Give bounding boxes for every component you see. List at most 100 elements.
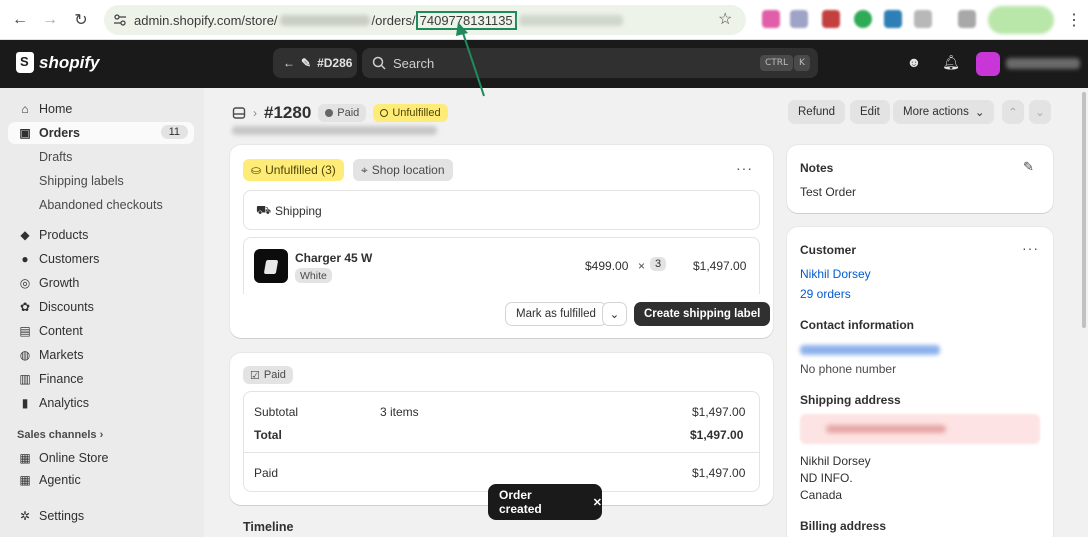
address-bar[interactable]: admin.shopify.com/store/ /orders/ 740977…	[104, 5, 746, 35]
pencil-icon[interactable]: ✎	[1023, 159, 1034, 175]
search-bar[interactable]: Search CTRL K	[362, 48, 818, 78]
product-thumbnail[interactable]	[254, 249, 288, 283]
sidebar-item-label: Drafts	[39, 150, 73, 164]
sidebar-item-label: Settings	[39, 509, 85, 523]
browser-profile-button[interactable]	[988, 6, 1054, 34]
browser-back-button[interactable]: ←	[9, 9, 31, 31]
extension-icon[interactable]	[822, 10, 840, 28]
url-prefix: admin.shopify.com/store/	[134, 12, 278, 28]
redacted-email-link[interactable]	[800, 345, 940, 355]
sidebar-item-settings[interactable]: ✲ Settings	[8, 505, 194, 527]
redacted-url-tail	[518, 14, 623, 26]
sidebar-item-home[interactable]: ⌂ Home	[8, 98, 194, 120]
browser-menu-icon[interactable]: ⋮	[1066, 10, 1082, 30]
sidebar-item-label: Shipping labels	[39, 174, 124, 188]
sidebar-item-drafts[interactable]: Drafts	[8, 146, 194, 168]
person-icon: ●	[21, 252, 29, 266]
orders-icon[interactable]	[232, 106, 246, 120]
line-item-row: Charger 45 W White $499.00 × 3 $1,497.00	[243, 237, 760, 294]
sidebar-item-label: Products	[39, 228, 89, 242]
sidebar-item-finance[interactable]: ▥ Finance	[8, 368, 194, 390]
sidebar-item-agentic[interactable]: ▦ Agentic	[8, 471, 194, 489]
browser-forward-button[interactable]: →	[39, 9, 61, 31]
sidebar-item-online-store[interactable]: ▦ Online Store	[8, 447, 194, 469]
extension-icon[interactable]	[884, 10, 902, 28]
globe-icon: ◍	[19, 348, 31, 362]
customer-menu-icon[interactable]: ···	[1022, 240, 1039, 256]
extension-icon[interactable]	[914, 10, 932, 28]
fulfill-options-button[interactable]: ⌄	[602, 302, 627, 326]
redacted-store-name	[279, 14, 370, 26]
sidebar-item-products[interactable]: ◆ Products	[8, 224, 194, 246]
total-value: $1,497.00	[690, 428, 744, 442]
next-order-button[interactable]: ⌄	[1029, 100, 1051, 124]
gear-icon: ✲	[19, 509, 31, 523]
edit-button[interactable]: Edit	[850, 100, 890, 124]
extension-icon[interactable]	[854, 10, 872, 28]
variant-badge: White	[295, 268, 332, 283]
extension-icon[interactable]	[762, 10, 780, 28]
sidebar-item-abandoned-checkouts[interactable]: Abandoned checkouts	[8, 194, 194, 216]
extension-icon[interactable]	[790, 10, 808, 28]
badge-text: Unfulfilled (3)	[265, 163, 336, 177]
browser-toolbar: ← → ↻ admin.shopify.com/store/ /orders/ …	[0, 0, 1088, 40]
phone-text: No phone number	[800, 362, 897, 376]
product-name-link[interactable]: Charger 45 W	[295, 251, 372, 265]
sidebar-item-label: Agentic	[39, 473, 81, 487]
search-icon	[372, 56, 386, 70]
main-content: › #1280 Paid Unfulfilled Refund Edit Mor…	[204, 88, 1080, 537]
sidebar-item-growth[interactable]: ◎ Growth	[8, 272, 194, 294]
shopify-bag-icon	[16, 52, 34, 73]
refund-button[interactable]: Refund	[788, 100, 846, 124]
bank-icon: ▥	[19, 372, 31, 386]
target-icon: ◎	[19, 276, 31, 290]
back-label: #D286	[317, 56, 353, 70]
previous-order-button[interactable]: ⌃	[1002, 100, 1024, 124]
site-info-icon[interactable]	[113, 13, 127, 27]
sidebar-item-analytics[interactable]: ▮ Analytics	[8, 392, 194, 414]
sidekick-icon[interactable]: ☻	[904, 54, 924, 74]
customer-heading: Customer	[800, 243, 857, 257]
page-scrollbar[interactable]	[1082, 92, 1086, 328]
chevron-right-icon: ›	[253, 106, 257, 120]
chevron-down-icon: ⌄	[609, 309, 620, 321]
close-icon[interactable]: ✕	[593, 496, 602, 509]
customer-name-link[interactable]: Nikhil Dorsey	[800, 267, 871, 281]
sidebar-item-label: Discounts	[39, 300, 94, 314]
mark-as-fulfilled-button[interactable]: Mark as fulfilled	[505, 302, 607, 326]
sidebar-item-discounts[interactable]: ✿ Discounts	[8, 296, 194, 318]
sidebar-item-label: Customers	[39, 252, 100, 266]
sales-channels-heading[interactable]: Sales channels ›	[17, 429, 103, 441]
sidebar-item-content[interactable]: ▤ Content	[8, 320, 194, 342]
notes-text: Test Order	[800, 185, 857, 199]
shopify-logo[interactable]: shopify	[16, 52, 99, 73]
store-icon: ▦	[19, 451, 31, 465]
address-line: Canada	[800, 488, 843, 502]
store-avatar[interactable]	[976, 52, 1000, 76]
subtotal-value: $1,497.00	[692, 405, 746, 419]
back-to-order-button[interactable]: ← ✎ #D286	[273, 48, 357, 78]
sidebar-item-shipping-labels[interactable]: Shipping labels	[8, 170, 194, 192]
downloads-icon[interactable]	[958, 10, 976, 28]
card-menu-icon[interactable]: ···	[736, 160, 753, 176]
redacted-store-name[interactable]	[1006, 58, 1080, 69]
back-arrow-icon: ←	[12, 11, 28, 28]
sidebar-item-customers[interactable]: ● Customers	[8, 248, 194, 270]
total-label: Total	[254, 428, 282, 442]
location-pin-icon: ⌖	[361, 162, 368, 177]
customer-orders-link[interactable]: 29 orders	[800, 287, 851, 301]
button-label: Create shipping label	[644, 308, 761, 320]
sidebar-item-orders[interactable]: ▣ Orders 11	[8, 122, 194, 144]
admin-topbar: shopify ← ✎ #D286 Search CTRL K ☻ 🔔︎	[0, 40, 1088, 88]
badge-text: Paid	[337, 107, 360, 119]
more-actions-button[interactable]: More actions ⌄	[893, 100, 995, 124]
back-arrow-icon: ←	[283, 56, 295, 70]
chevron-down-icon: ⌄	[1035, 107, 1045, 119]
create-shipping-label-button[interactable]: Create shipping label	[634, 302, 771, 326]
badge-text: Shop location	[371, 163, 445, 177]
bookmark-star-icon[interactable]: ☆	[718, 9, 732, 29]
browser-reload-button[interactable]: ↻	[70, 9, 92, 31]
bell-icon[interactable]: 🔔︎	[941, 54, 961, 74]
sidebar-item-markets[interactable]: ◍ Markets	[8, 344, 194, 366]
sidebar-item-label: Home	[39, 102, 73, 116]
